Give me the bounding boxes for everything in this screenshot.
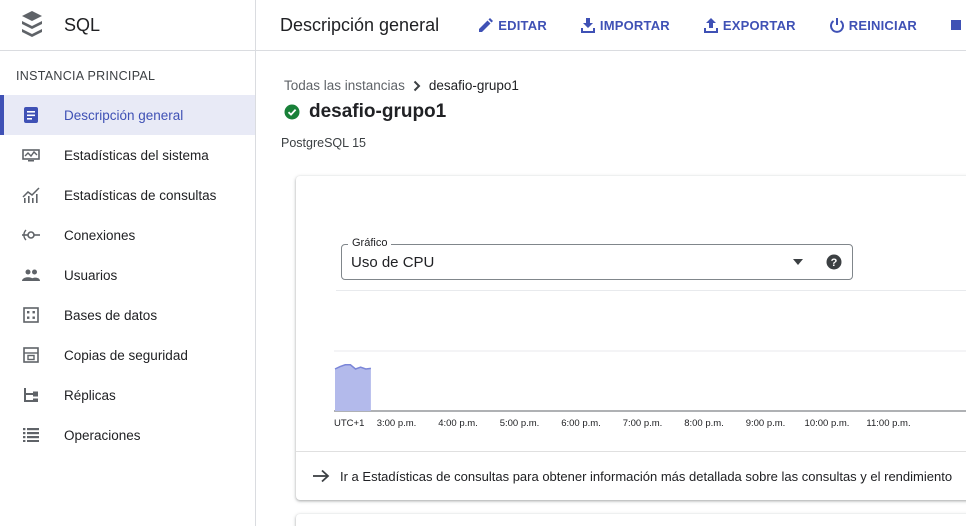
sidebar-item-backups[interactable]: Copias de seguridad: [0, 335, 255, 375]
chart-tick-label: 8:00 p.m.: [684, 418, 724, 429]
chart-tick-label: 11:00 p.m.: [866, 418, 910, 429]
sidebar-item-users[interactable]: Usuarios: [0, 255, 255, 295]
sidebar-item-query-stats[interactable]: Estadísticas de consultas: [0, 175, 255, 215]
sidebar-item-operations[interactable]: Operaciones: [0, 415, 255, 455]
edit-button-label: EDITAR: [498, 17, 547, 33]
help-icon[interactable]: ?: [826, 254, 842, 270]
databases-icon: [22, 306, 40, 324]
sql-logo-icon[interactable]: [20, 10, 44, 40]
sidebar: SQL INSTANCIA PRINCIPAL Descripción gene…: [0, 0, 256, 526]
breadcrumb-current: desafio-grupo1: [428, 78, 519, 93]
page-title: Descripción general: [280, 14, 440, 35]
chart-card: Gráfico Uso de CPU ? UTC+1 3:00 p.m. 4:00 …: [296, 176, 966, 500]
chart-tick-label: 9:00 p.m.: [746, 418, 786, 429]
sidebar-item-replicas[interactable]: Réplicas: [0, 375, 255, 415]
cpu-area-0: [335, 364, 371, 411]
sidebar-item-label: Usuarios: [64, 267, 118, 283]
pencil-icon: [479, 18, 494, 32]
sidebar-item-label: Estadísticas de consultas: [64, 187, 217, 203]
card-divider: [336, 290, 966, 291]
import-button[interactable]: IMPORTAR: [580, 17, 670, 33]
operations-icon: [22, 426, 40, 444]
breadcrumb: Todas las instancias desafio-grupo1: [284, 78, 519, 93]
sidebar-item-label: Operaciones: [64, 427, 141, 443]
sidebar-item-label: Bases de datos: [64, 307, 158, 323]
top-bar: Descripción general EDITAR IMPORTAR EXPO…: [256, 0, 966, 51]
export-button[interactable]: EXPORTAR: [703, 17, 796, 33]
brand-header: SQL: [0, 0, 255, 51]
chart-tick-label: 5:00 p.m.: [500, 418, 540, 429]
sidebar-item-connections[interactable]: Conexiones: [0, 215, 255, 255]
chart-timezone-label: UTC+1: [334, 418, 364, 429]
overview-icon: [22, 106, 40, 124]
system-stats-icon: [22, 146, 40, 164]
stop-icon: [951, 20, 961, 30]
check-circle-icon: [284, 104, 300, 120]
sidebar-item-system-stats[interactable]: Estadísticas del sistema: [0, 135, 255, 175]
chart-select-value: Uso de CPU: [351, 254, 435, 271]
sidebar-section-title: INSTANCIA PRINCIPAL: [16, 69, 156, 83]
sidebar-item-label: Copias de seguridad: [64, 347, 188, 363]
connections-icon: [22, 226, 40, 244]
cpu-chart: UTC+1 3:00 p.m. 4:00 p.m. 5:00 p.m. 6:00 p.m…: [334, 346, 966, 436]
chart-tick-label: 4:00 p.m.: [438, 418, 478, 429]
breadcrumb-all-instances[interactable]: Todas las instancias: [284, 78, 405, 93]
chart-select-label: Gráfico: [348, 237, 392, 249]
power-icon: [829, 17, 844, 33]
edit-button[interactable]: EDITAR: [479, 18, 547, 33]
instance-header: desafio-grupo1: [284, 101, 446, 123]
sidebar-item-label: Descripción general: [64, 107, 184, 123]
query-stats-icon: [22, 186, 40, 204]
instance-version: PostgreSQL 15: [281, 136, 367, 150]
sidebar-item-overview[interactable]: Descripción general: [0, 95, 255, 135]
chart-tick-label: 7:00 p.m.: [623, 418, 663, 429]
secondary-card: [296, 514, 966, 526]
query-insights-link[interactable]: Ir a Estadísticas de consultas para obte…: [296, 451, 966, 500]
replicas-icon: [22, 386, 40, 404]
dropdown-arrow-icon: [793, 259, 803, 265]
query-insights-link-text: Ir a Estadísticas de consultas para obte…: [340, 468, 953, 484]
chart-tick-label: 6:00 p.m.: [561, 418, 601, 429]
chevron-right-icon: [413, 80, 421, 92]
backups-icon: [22, 346, 40, 364]
stop-button[interactable]: [951, 20, 966, 30]
svg-text:?: ?: [831, 257, 838, 269]
app-name: SQL: [64, 14, 101, 35]
chart-select[interactable]: Gráfico Uso de CPU ?: [341, 237, 853, 280]
instance-name: desafio-grupo1: [309, 101, 447, 122]
chart-tick-label: 10:00 p.m.: [805, 418, 850, 429]
sidebar-item-label: Conexiones: [64, 227, 136, 243]
export-button-label: EXPORTAR: [722, 17, 796, 33]
sidebar-item-label: Estadísticas del sistema: [64, 147, 209, 163]
chart-tick-label: 3:00 p.m.: [377, 418, 417, 429]
cpu-chart-svg: UTC+1 3:00 p.m. 4:00 p.m. 5:00 p.m. 6:00 p.m…: [334, 350, 966, 429]
restart-button[interactable]: REINICIAR: [829, 17, 917, 33]
sidebar-item-databases[interactable]: Bases de datos: [0, 295, 255, 335]
sidebar-item-label: Réplicas: [64, 387, 116, 403]
export-icon: [703, 17, 718, 33]
import-button-label: IMPORTAR: [599, 17, 670, 33]
users-icon: [22, 266, 40, 284]
restart-button-label: REINICIAR: [848, 17, 917, 33]
arrow-right-icon: [312, 469, 330, 483]
import-icon: [580, 17, 595, 33]
